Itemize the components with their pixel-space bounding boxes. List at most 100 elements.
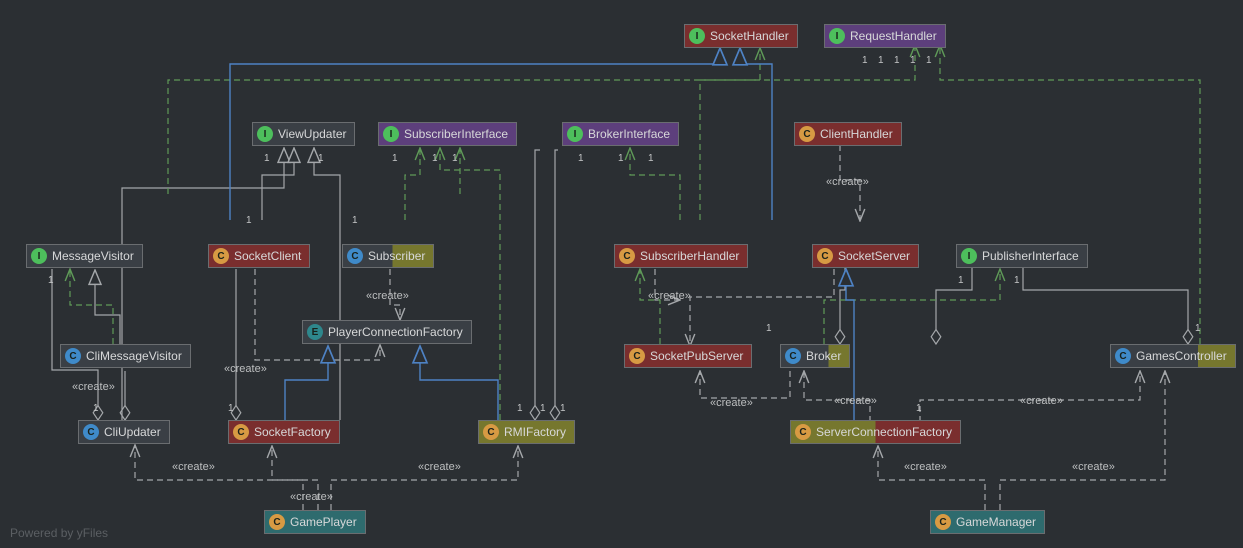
node-label: MessageVisitor [52,249,134,263]
interface-icon: I [257,126,273,142]
mult: 1 [958,275,964,286]
node-SubscriberInterface[interactable]: I SubscriberInterface [378,122,517,146]
node-label: ViewUpdater [278,127,346,141]
stereo-create: «create» [1072,461,1115,473]
mult: 1 [1195,323,1201,334]
stereo-create: «create» [904,461,947,473]
class-icon: C [629,348,645,364]
node-ServerConnectionFactory[interactable]: C ServerConnectionFactory [790,420,961,444]
node-PublisherInterface[interactable]: I PublisherInterface [956,244,1088,268]
mult: 1 [93,403,99,414]
node-label: SubscriberInterface [404,127,508,141]
node-BrokerInterface[interactable]: I BrokerInterface [562,122,679,146]
node-label: SocketServer [838,249,910,263]
node-CliMessageVisitor[interactable]: C CliMessageVisitor [60,344,191,368]
stereo-create: «create» [648,290,691,302]
node-ViewUpdater[interactable]: I ViewUpdater [252,122,355,146]
node-SocketHandler[interactable]: I SocketHandler [684,24,798,48]
node-label: CliMessageVisitor [86,349,182,363]
interface-icon: I [689,28,705,44]
stereo-create: «create» [826,176,869,188]
mult: 1 [48,275,54,286]
mult: 1 [878,55,884,66]
mult: 1 [766,323,772,334]
node-CliUpdater[interactable]: C CliUpdater [78,420,170,444]
enum-icon: E [307,324,323,340]
mult: 1 [618,153,624,164]
class-icon: C [935,514,951,530]
node-RequestHandler[interactable]: I RequestHandler [824,24,946,48]
node-label: GamesController [1136,349,1227,363]
node-SocketClient[interactable]: C SocketClient [208,244,310,268]
class-icon: C [799,126,815,142]
interface-icon: I [961,248,977,264]
class-icon: C [795,424,811,440]
class-icon: C [785,348,801,364]
stereo-create: «create» [418,461,461,473]
mult: 1 [578,153,584,164]
node-ClientHandler[interactable]: C ClientHandler [794,122,902,146]
mult: 1 [432,153,438,164]
interface-icon: I [829,28,845,44]
node-label: SocketHandler [710,29,789,43]
class-icon: C [1115,348,1131,364]
stereo-create: «create» [72,381,115,393]
node-PlayerConnectionFactory[interactable]: E PlayerConnectionFactory [302,320,472,344]
interface-icon: I [31,248,47,264]
interface-icon: I [567,126,583,142]
node-GameManager[interactable]: C GameManager [930,510,1045,534]
node-SocketPubServer[interactable]: C SocketPubServer [624,344,752,368]
node-label: CliUpdater [104,425,161,439]
node-Subscriber[interactable]: C Subscriber [342,244,434,268]
class-icon: C [213,248,229,264]
stereo-create: «create» [172,461,215,473]
node-label: PlayerConnectionFactory [328,325,463,339]
mult: 1 [517,403,523,414]
class-icon: C [817,248,833,264]
footer-credit: Powered by yFiles [10,526,108,540]
node-label: RMIFactory [504,425,566,439]
node-Broker[interactable]: C Broker [780,344,850,368]
node-label: Subscriber [368,249,425,263]
class-icon: C [233,424,249,440]
class-icon: C [65,348,81,364]
stereo-create: «create» [366,290,409,302]
stereo-create: «create» [834,395,877,407]
node-label: SocketClient [234,249,301,263]
class-icon: C [347,248,363,264]
node-label: SubscriberHandler [640,249,739,263]
mult: 1 [1014,275,1020,286]
mult: 1 [916,403,922,414]
node-RMIFactory[interactable]: C RMIFactory [478,420,575,444]
node-label: SocketPubServer [650,349,743,363]
mult: 1 [264,153,270,164]
node-GamePlayer[interactable]: C GamePlayer [264,510,366,534]
mult: 1 [862,55,868,66]
class-icon: C [269,514,285,530]
node-label: ClientHandler [820,127,893,141]
mult: 1 [648,153,654,164]
stereo-create: «create» [290,491,333,503]
mult: 1 [894,55,900,66]
node-GamesController[interactable]: C GamesController [1110,344,1236,368]
mult: 1 [540,403,546,414]
interface-icon: I [383,126,399,142]
node-label: GameManager [956,515,1036,529]
mult: 1 [560,403,566,414]
node-SocketServer[interactable]: C SocketServer [812,244,919,268]
node-label: SocketFactory [254,425,331,439]
mult: 1 [228,403,234,414]
node-SocketFactory[interactable]: C SocketFactory [228,420,340,444]
stereo-create: «create» [1020,395,1063,407]
mult: 1 [318,153,324,164]
node-MessageVisitor[interactable]: I MessageVisitor [26,244,143,268]
mult: 1 [452,153,458,164]
node-label: RequestHandler [850,29,937,43]
mult: 1 [926,55,932,66]
stereo-create: «create» [710,397,753,409]
mult: 1 [910,55,916,66]
node-label: PublisherInterface [982,249,1079,263]
class-icon: C [83,424,99,440]
mult: 1 [352,215,358,226]
node-SubscriberHandler[interactable]: C SubscriberHandler [614,244,748,268]
